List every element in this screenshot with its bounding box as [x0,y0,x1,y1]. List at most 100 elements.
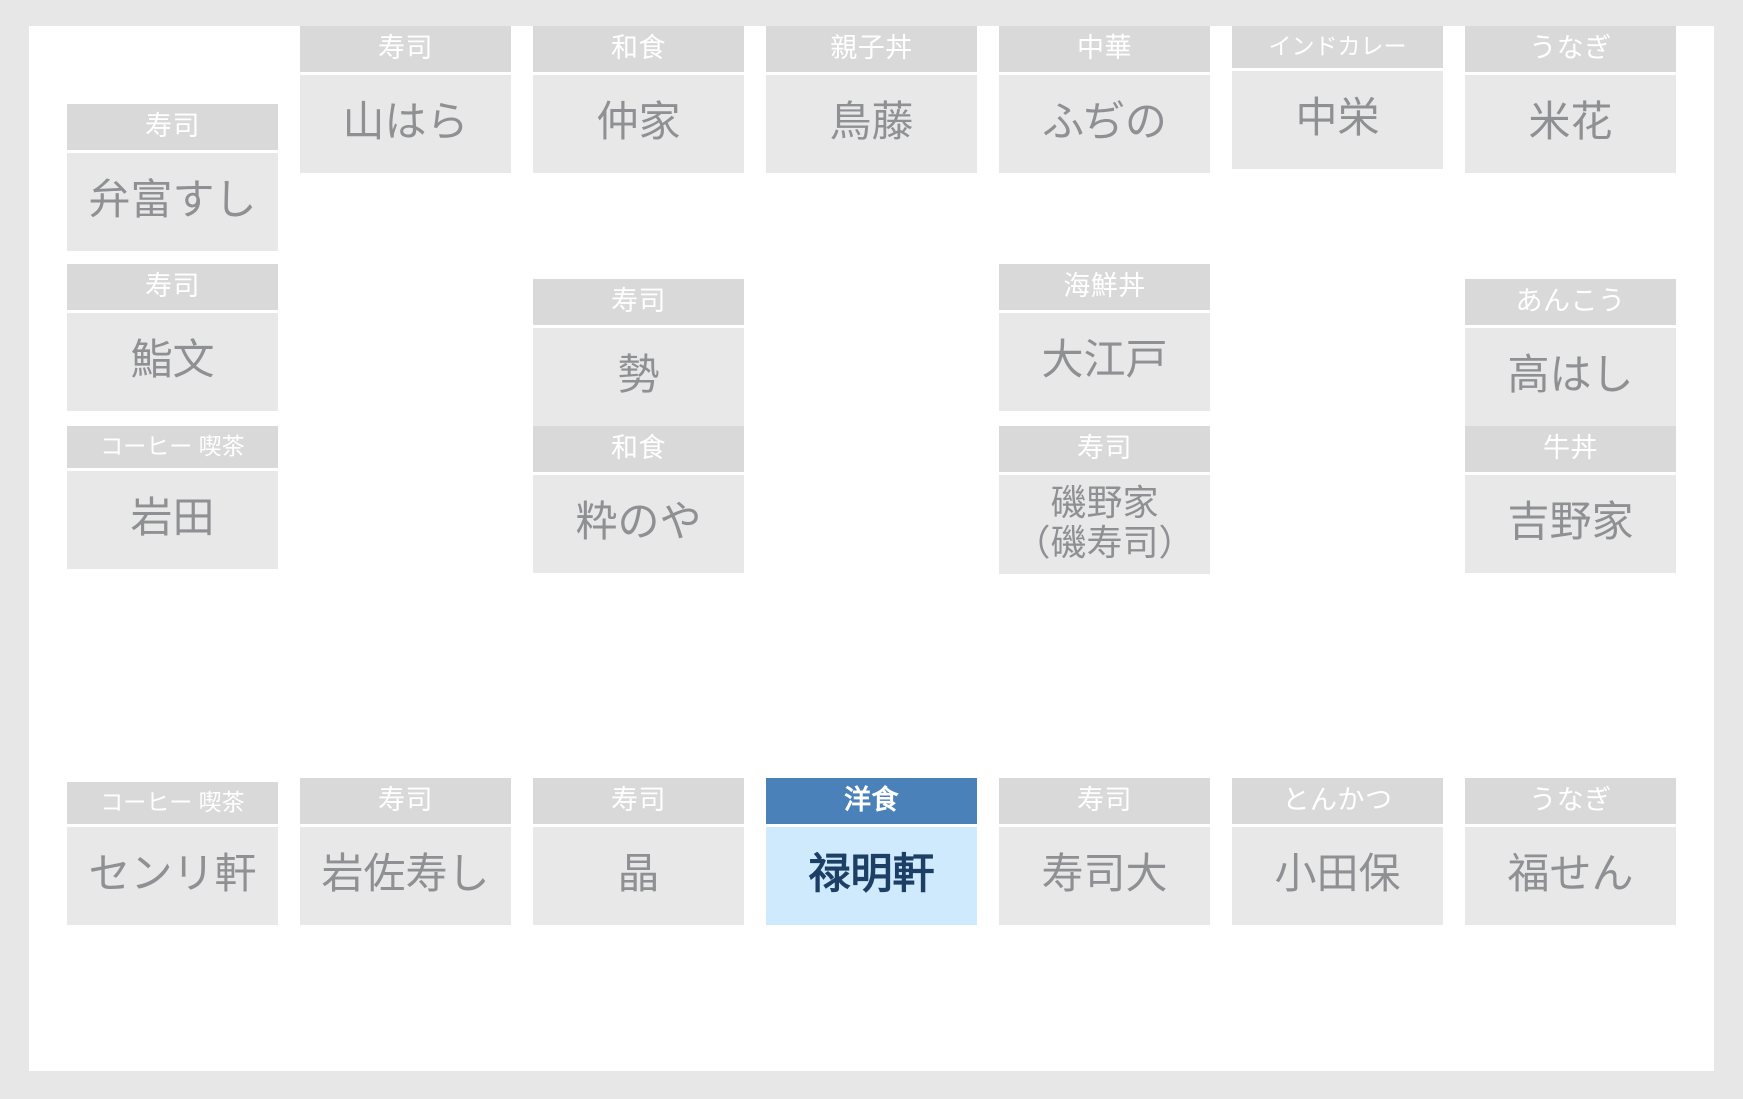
card-name-label: 禄明軒 [766,827,977,925]
restaurant-grid: 寿司 山はら 和食 仲家 親子丼 鳥藤 中華 ふぢの インドカレー 中栄 うなぎ… [29,26,1714,1071]
grid-cell-r4c6 [1232,426,1443,588]
card-name-label: 福せん [1465,827,1676,925]
grid-cell-r5c6 [1232,588,1443,750]
restaurant-card-iwata[interactable]: コーヒー 喫茶 岩田 [67,426,278,569]
grid-cell-r7c5 [999,925,1210,1071]
card-genre-label: うなぎ [1465,26,1676,72]
card-genre-label: うなぎ [1465,778,1676,824]
card-genre-label: とんかつ [1232,778,1443,824]
grid-cell-r4c4 [766,426,977,588]
card-genre-label: 中華 [999,26,1210,72]
grid-cell-r4c2 [300,426,511,588]
card-genre-label: 寿司 [533,778,744,824]
card-name-label: 弁富すし [67,153,278,251]
grid-cell-r5c1 [67,588,278,750]
grid-cell-r6c6: とんかつ 小田保 [1232,750,1443,925]
card-genre-label: 親子丼 [766,26,977,72]
screen: 寿司 山はら 和食 仲家 親子丼 鳥藤 中華 ふぢの インドカレー 中栄 うなぎ… [0,0,1743,1099]
grid-cell-r7c2 [300,925,511,1071]
card-genre-label: インドカレー [1232,26,1443,68]
restaurant-card-isonoya[interactable]: 寿司 磯野家 （磯寿司） [999,426,1210,574]
grid-cell-r7c1 [67,925,278,1071]
grid-cell-r2c1: 寿司 弁富すし [67,104,278,264]
grid-cell-r2c5 [999,104,1210,264]
card-name-label: 粋のや [533,475,744,573]
restaurant-board: 寿司 山はら 和食 仲家 親子丼 鳥藤 中華 ふぢの インドカレー 中栄 うなぎ… [29,26,1714,1071]
grid-cell-r1c2: 寿司 山はら [300,26,511,173]
restaurant-card-senriken[interactable]: コーヒー 喫茶 センリ軒 [67,782,278,925]
restaurant-card-iwasazushi[interactable]: 寿司 岩佐寿し [300,778,511,925]
grid-cell-r1c1 [67,26,278,104]
grid-cell-r3c3: 寿司 勢 [533,264,744,426]
grid-cell-r4c1: コーヒー 喫茶 岩田 [67,426,278,588]
grid-cell-r2c3 [533,104,744,264]
card-genre-label: 和食 [533,26,744,72]
restaurant-card-sushidai[interactable]: 寿司 寿司大 [999,778,1210,925]
grid-cell-r5c3 [533,588,744,750]
grid-cell-r3c2 [300,264,511,426]
restaurant-card-yoshinoya[interactable]: 牛丼 吉野家 [1465,426,1676,573]
card-genre-label: 寿司 [67,104,278,150]
card-genre-label: コーヒー 喫茶 [67,426,278,468]
card-name-label: 高はし [1465,328,1676,426]
grid-cell-r6c4: 洋食 禄明軒 [766,750,977,925]
restaurant-card-ikinoya[interactable]: 和食 粋のや [533,426,744,573]
grid-cell-r6c2: 寿司 岩佐寿し [300,750,511,925]
grid-cell-r6c1: コーヒー 喫茶 センリ軒 [67,750,278,925]
grid-cell-r6c5: 寿司 寿司大 [999,750,1210,925]
grid-cell-r4c7: 牛丼 吉野家 [1465,426,1676,588]
card-name-label: 勢 [533,328,744,426]
grid-cell-r7c7 [1465,925,1676,1071]
grid-cell-r4c3: 和食 粋のや [533,426,744,588]
grid-cell-r5c4 [766,588,977,750]
grid-cell-r1c7: うなぎ 米花 [1465,26,1676,173]
grid-cell-r7c4 [766,925,977,1071]
card-genre-label: 和食 [533,426,744,472]
grid-cell-r4c5: 寿司 磯野家 （磯寿司） [999,426,1210,588]
grid-cell-r3c6 [1232,264,1443,426]
restaurant-card-fukusen[interactable]: うなぎ 福せん [1465,778,1676,925]
grid-cell-r7c6 [1232,925,1443,1071]
restaurant-card-bentomisushi[interactable]: 寿司 弁富すし [67,104,278,251]
card-name-label: 鮨文 [67,313,278,411]
card-genre-label: 寿司 [300,26,511,72]
grid-cell-r3c5: 海鮮丼 大江戸 [999,264,1210,426]
restaurant-card-akira[interactable]: 寿司 晶 [533,778,744,925]
grid-cell-r3c7: あんこう 高はし [1465,264,1676,426]
card-genre-label: あんこう [1465,279,1676,325]
card-name-label: 吉野家 [1465,475,1676,573]
card-name-label: 寿司大 [999,827,1210,925]
grid-cell-r2c7 [1465,104,1676,264]
grid-cell-r2c2 [300,104,511,264]
grid-cell-r6c3: 寿司 晶 [533,750,744,925]
card-genre-label: 寿司 [300,778,511,824]
grid-cell-r6c7: うなぎ 福せん [1465,750,1676,925]
card-name-label: 小田保 [1232,827,1443,925]
grid-cell-r2c4 [766,104,977,264]
card-genre-label: 寿司 [533,279,744,325]
grid-cell-r7c3 [533,925,744,1071]
restaurant-card-sushibun[interactable]: 寿司 鮨文 [67,264,278,411]
grid-cell-r3c4 [766,264,977,426]
card-genre-label: コーヒー 喫茶 [67,782,278,824]
grid-cell-r5c5 [999,588,1210,750]
restaurant-card-sei[interactable]: 寿司 勢 [533,279,744,426]
restaurant-card-odayasu[interactable]: とんかつ 小田保 [1232,778,1443,925]
restaurant-card-rokumeiken-selected[interactable]: 洋食 禄明軒 [766,778,977,925]
card-name-label: 大江戸 [999,313,1210,411]
card-name-label: 岩佐寿し [300,827,511,925]
grid-cell-r3c1: 寿司 鮨文 [67,264,278,426]
restaurant-card-takahashi[interactable]: あんこう 高はし [1465,279,1676,426]
grid-cell-r1c3: 和食 仲家 [533,26,744,173]
card-genre-label: 寿司 [999,778,1210,824]
card-genre-label: 洋食 [766,778,977,824]
grid-cell-r5c7 [1465,588,1676,750]
restaurant-card-ooedo[interactable]: 海鮮丼 大江戸 [999,264,1210,411]
card-name-label: 晶 [533,827,744,925]
card-genre-label: 牛丼 [1465,426,1676,472]
card-genre-label: 海鮮丼 [999,264,1210,310]
card-genre-label: 寿司 [67,264,278,310]
card-genre-label: 寿司 [999,426,1210,472]
grid-cell-r2c6 [1232,104,1443,264]
grid-cell-r5c2 [300,588,511,750]
